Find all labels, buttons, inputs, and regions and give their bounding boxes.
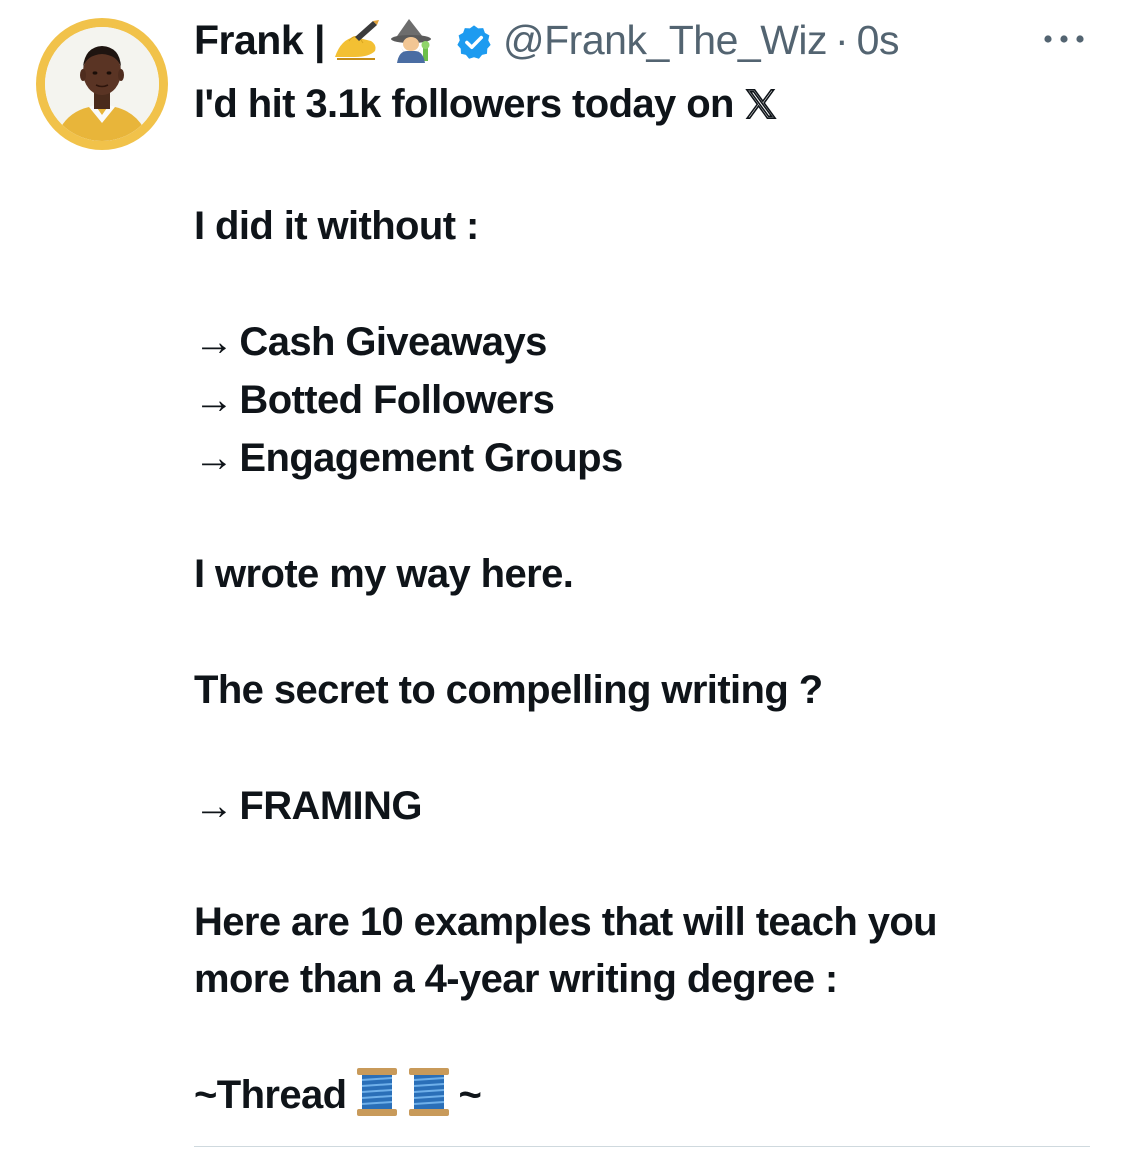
mage-icon <box>387 17 437 63</box>
display-name[interactable]: Frank | <box>194 14 326 66</box>
list-item-text: Engagement Groups <box>239 436 623 480</box>
writing-hand-icon <box>331 17 381 63</box>
tweet-timestamp[interactable]: 0s <box>857 14 900 66</box>
tweet-line: I wrote my way here. <box>194 546 574 602</box>
avatar[interactable] <box>36 18 168 150</box>
tweet-line-text: ~ <box>458 1073 482 1117</box>
arrow-icon: → <box>194 378 234 422</box>
list-item: → Botted Followers <box>194 372 555 428</box>
arrow-icon: → <box>194 784 234 828</box>
tweet-line-text: I'd hit 3.1k followers today on <box>194 82 734 126</box>
tweet-line-text: I did it without : <box>194 204 479 248</box>
tweet-line-text: I wrote my way here. <box>194 552 574 596</box>
list-item-text: Cash Giveaways <box>239 320 547 364</box>
list-item-text: Botted Followers <box>239 378 555 422</box>
tweet-line: The secret to compelling writing ? <box>194 662 823 718</box>
tweet-line: I'd hit 3.1k followers today on <box>194 76 778 132</box>
tweet-line-text: more than a 4-year writing degree : <box>194 957 838 1001</box>
arrow-icon: → <box>194 320 234 364</box>
tweet-line-text: The secret to compelling writing ? <box>194 668 823 712</box>
tweet-line: more than a 4-year writing degree : <box>194 951 838 1007</box>
tweet-line: Here are 10 examples that will teach you <box>194 894 938 950</box>
tweet-header: Frank | @Frank_The_Wiz · 0s <box>194 14 899 66</box>
more-options-button[interactable] <box>1038 28 1090 50</box>
list-item: → FRAMING <box>194 778 422 834</box>
x-logo-icon <box>744 80 778 119</box>
tweet-line: I did it without : <box>194 198 479 254</box>
list-item: → Engagement Groups <box>194 430 623 486</box>
more-dots-icon <box>1044 35 1084 43</box>
spool-of-thread-icon <box>355 1066 399 1118</box>
tweet-line: ~Thread ~ <box>194 1066 482 1123</box>
list-item: → Cash Giveaways <box>194 314 547 370</box>
separator-dot: · <box>835 17 849 63</box>
divider <box>194 1146 1090 1147</box>
arrow-icon: → <box>194 436 234 480</box>
avatar-image <box>45 27 159 141</box>
list-item-text: FRAMING <box>239 784 422 828</box>
tweet-line-text: Here are 10 examples that will teach you <box>194 900 938 944</box>
author-handle[interactable]: @Frank_The_Wiz <box>503 14 827 66</box>
spool-of-thread-icon <box>407 1066 451 1118</box>
verified-badge-icon[interactable] <box>455 21 493 59</box>
tweet-line-text: ~Thread <box>194 1073 347 1117</box>
